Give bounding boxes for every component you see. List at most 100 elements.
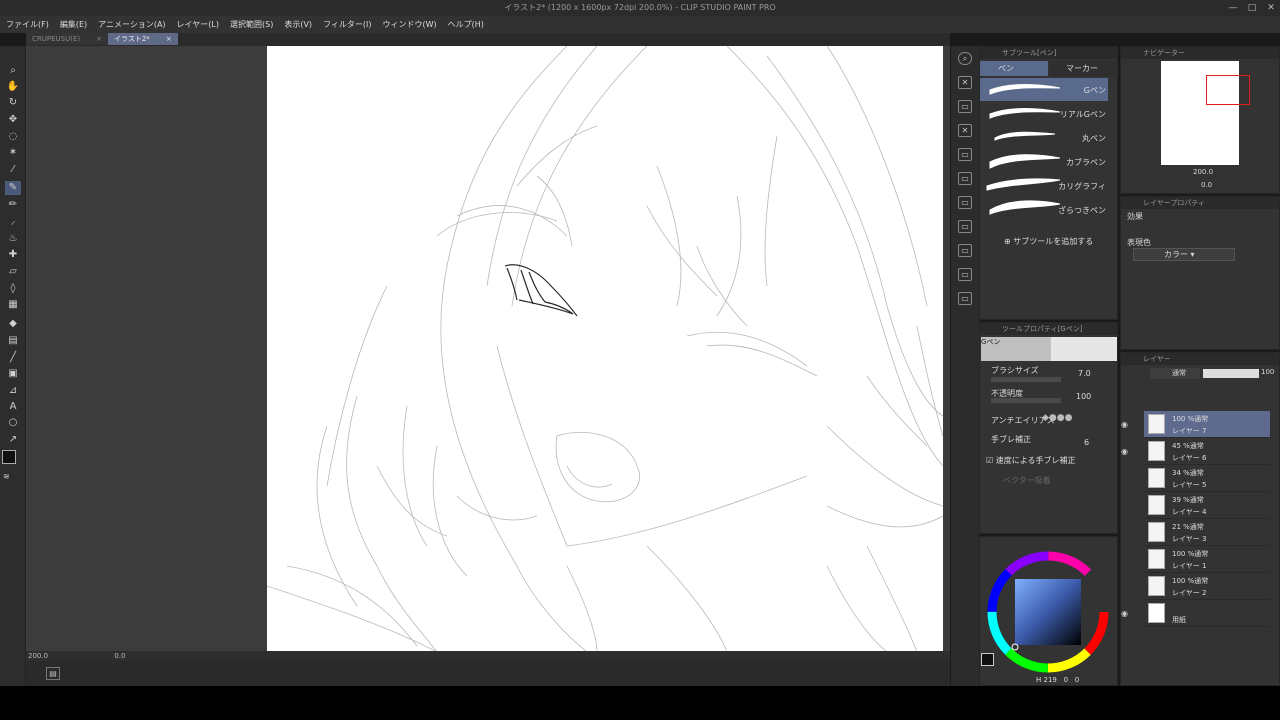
brush-size-slider[interactable] [991,377,1061,382]
menu-window[interactable]: ウィンドウ(W) [383,19,437,30]
fill-icon[interactable]: ◆ [5,317,21,331]
layer-info: 45 %通常 [1172,442,1204,450]
layer-thumbnail [1148,576,1165,596]
brush-stroke-preview [1051,337,1117,361]
opacity-value[interactable]: 100 [1076,392,1091,401]
blend-mode-dropdown[interactable]: 通常 [1150,368,1200,379]
blend-icon[interactable]: ◊ [5,282,21,296]
decoration-icon[interactable]: ✚ [5,248,21,262]
layer-row[interactable]: 34 %通常 レイヤー 5 [1144,465,1270,492]
panel-icon[interactable]: ▭ [958,268,972,281]
layer-property-panel: レイヤープロパティ 効果 表現色 カラー ▾ [1120,196,1280,350]
menu-view[interactable]: 表示(V) [284,19,312,30]
menu-help[interactable]: ヘルプ(H) [448,19,484,30]
menu-selection[interactable]: 選択範囲(S) [230,19,273,30]
eyedropper-icon[interactable]: ⁄ [5,163,21,177]
eye-icon[interactable]: ◉ [1121,420,1131,430]
menu-file[interactable]: ファイル(F) [6,19,49,30]
brush-stroke-previews [986,84,1061,215]
navigator-angle[interactable]: 0.0 [1201,181,1212,189]
frame-icon[interactable]: ▣ [5,367,21,381]
navigator-viewport[interactable] [1206,75,1250,105]
pencil-icon[interactable]: ✏ [5,198,21,212]
menu-layer[interactable]: レイヤー(L) [177,19,219,30]
layer-name: レイヤー 7 [1172,427,1207,435]
drawing-canvas[interactable] [267,46,943,652]
color-switch-icon[interactable]: ≋ [3,473,23,481]
main-color-swatch[interactable] [2,450,16,464]
tab-document-2[interactable]: イラスト2* × [107,33,178,45]
eye-icon[interactable]: ◉ [1121,609,1131,619]
ruler-icon[interactable]: ⊿ [5,384,21,398]
stabilization-label: 手ブレ補正 [991,435,1031,444]
maximize-button[interactable]: □ [1243,0,1261,16]
close-panel-icon[interactable]: ✕ [958,76,972,89]
layer-thumbnail [1148,522,1165,542]
color-wheel[interactable] [986,550,1110,674]
expression-color-dropdown[interactable]: カラー ▾ [1133,248,1235,261]
panel-icon[interactable]: ▭ [958,220,972,233]
zoom-icon[interactable]: ⌕ [5,64,21,78]
tab-pen[interactable]: ペン [980,61,1048,76]
eraser-icon[interactable]: ▱ [5,265,21,279]
navigator-preview[interactable] [1161,61,1250,165]
add-subtool-button[interactable]: ⊕ サブツールを追加する [1004,236,1093,247]
opacity-slider[interactable] [991,398,1061,403]
layer-opacity-slider[interactable] [1203,369,1259,378]
layer-row[interactable]: 100 %通常 レイヤー 1 [1144,546,1270,573]
panel-icon[interactable]: ▭ [958,292,972,305]
menu-edit[interactable]: 編集(E) [60,19,87,30]
search-icon[interactable]: ⌕ [958,52,972,65]
menu-animation[interactable]: アニメーション(A) [98,19,165,30]
angle-value[interactable]: 0.0 [114,652,125,660]
speed-stabilization-checkbox[interactable]: ☑ 速度による手ブレ補正 [986,455,1075,466]
panel-icon[interactable]: ▭ [958,244,972,257]
tab-document-1[interactable]: CRUPEUSU(E) × [26,33,108,45]
brush-label: Gペン [1083,86,1106,95]
tab-marker[interactable]: マーカー [1050,61,1118,76]
antialias-options[interactable]: ◆●●● [1042,413,1072,423]
stabilization-value[interactable]: 6 [1084,438,1089,447]
delete-icon[interactable]: ✕ [958,124,972,137]
zoom-value[interactable]: 200.0 [28,652,48,660]
effect-label: 効果 [1127,212,1143,221]
layer-row[interactable]: 用紙 [1144,600,1270,627]
move-icon[interactable]: ✥ [5,113,21,127]
panel-icon[interactable]: ▭ [958,148,972,161]
menu-filter[interactable]: フィルター(I) [323,19,371,30]
arrow-icon[interactable]: ↗ [5,433,21,447]
layer-row[interactable]: 100 %通常 レイヤー 2 [1144,573,1270,600]
hand-icon[interactable]: ✋ [5,80,21,94]
brush-size-value[interactable]: 7.0 [1078,369,1091,378]
tab-close-icon[interactable]: × [96,33,102,45]
layer-row[interactable]: 45 %通常 レイヤー 6 [1144,438,1270,465]
document-tabs: CRUPEUSU(E) × イラスト2* × [26,33,950,46]
layer-row[interactable]: 39 %通常 レイヤー 4 [1144,492,1270,519]
brush-label: 丸ペン [1082,134,1106,143]
correction-icon[interactable]: ▦ [5,298,21,312]
pen-icon[interactable]: ✎ [5,181,21,195]
minimize-button[interactable]: — [1224,0,1242,16]
layer-icon[interactable]: ▭ [958,100,972,113]
navigator-zoom[interactable]: 200.0 [1193,168,1213,176]
color-main-swatch[interactable] [981,653,994,666]
layer-row[interactable]: 100 %通常 レイヤー 7 [1144,411,1270,438]
magic-wand-icon[interactable]: ✶ [5,146,21,160]
balloon-icon[interactable]: ○ [5,416,21,430]
lasso-select-icon[interactable]: ◌ [5,130,21,144]
layer-row[interactable]: 21 %通常 レイヤー 3 [1144,519,1270,546]
brush-icon[interactable]: ⸝ [5,215,21,229]
panel-icon[interactable]: ▭ [958,196,972,209]
rotate-icon[interactable]: ↻ [5,96,21,110]
layer-opacity-value[interactable]: 100 [1261,368,1274,376]
panel-icon[interactable]: ▭ [958,172,972,185]
figure-icon[interactable]: ╱ [5,351,21,365]
gradient-icon[interactable]: ▤ [5,334,21,348]
text-icon[interactable]: A [5,400,21,414]
airbrush-icon[interactable]: ♨ [5,232,21,246]
eye-icon[interactable]: ◉ [1121,447,1131,457]
panel-toggle-icon[interactable]: ▤ [46,667,60,680]
tab-close-icon[interactable]: × [166,33,172,45]
layer-name: レイヤー 1 [1172,562,1207,570]
close-button[interactable]: ✕ [1262,0,1280,16]
